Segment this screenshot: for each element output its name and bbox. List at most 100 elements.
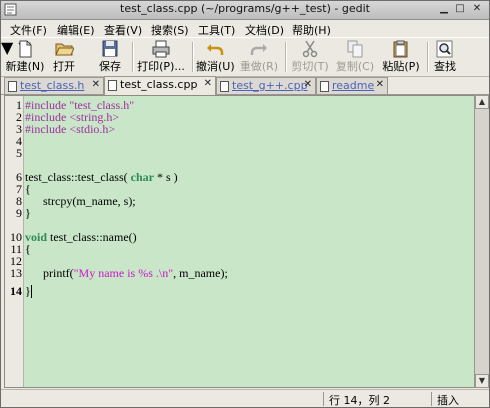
document-tabs: test_class.h ✕ test_class.cpp ✕ test_g++…: [1, 76, 489, 95]
tab-close-icon[interactable]: ✕: [304, 79, 312, 90]
line-number: 13: [10, 266, 22, 280]
code-line: test_class::test_class( char * s ): [25, 171, 178, 183]
code-line: #include <stdio.h>: [25, 123, 115, 135]
cut-button[interactable]: 剪切(T): [289, 40, 331, 74]
line-number-current: 14: [10, 284, 22, 298]
text-cursor: [31, 285, 32, 298]
vertical-scrollbar[interactable]: ▲ ▼: [474, 95, 489, 388]
print-button-label: 打印(P)...: [137, 60, 185, 73]
toolbar-separator: [427, 42, 429, 72]
menu-edit[interactable]: 编辑(E): [57, 22, 95, 38]
maximize-icon[interactable]: □: [454, 3, 466, 15]
tab-label: readme: [332, 79, 375, 92]
gedit-window: test_class.cpp (~/programs/g++_test) - g…: [0, 0, 490, 408]
cursor-position: 行 14，列 2: [329, 394, 390, 407]
line-number: 5: [16, 146, 22, 160]
save-button[interactable]: 保存: [94, 40, 126, 74]
code-text: test_class::test_class(: [25, 170, 131, 184]
code-text: test_class::name(): [47, 230, 137, 244]
window-title: test_class.cpp (~/programs/g++_test) - g…: [120, 2, 370, 15]
tab-test-class-cpp[interactable]: test_class.cpp ✕: [104, 76, 216, 95]
code-line: void test_class::name(): [25, 231, 137, 243]
toolbar-separator: [285, 42, 287, 72]
find-button-label: 查找: [434, 60, 456, 73]
code-text: strcpy(m_name, s);: [25, 194, 136, 208]
scissors-icon: [302, 40, 318, 58]
document-icon: [108, 80, 117, 91]
copy-button-label: 复制(C): [335, 60, 375, 73]
toolbar-separator: [192, 42, 194, 72]
menu-tools[interactable]: 工具(T): [198, 22, 235, 38]
print-button[interactable]: 打印(P)...: [135, 40, 187, 74]
redo-arrow-icon: [250, 44, 267, 55]
tab-label: test_class.cpp: [120, 78, 198, 91]
tab-readme[interactable]: readme ✕: [316, 77, 388, 94]
code-line: }: [25, 207, 31, 219]
tab-close-icon[interactable]: ✕: [376, 79, 384, 90]
preprocessor-token: #include <stdio.h>: [25, 122, 116, 136]
code-text: }: [25, 206, 31, 220]
toolbar: 新建(N) 打开 ▼ 保存 打印(P)... 撤消(U) 重做(R) 剪切(T)…: [1, 37, 489, 77]
undo-button[interactable]: 撤消(U): [196, 40, 235, 74]
new-document-icon: [19, 40, 32, 58]
scroll-up-arrow-icon[interactable]: ▲: [475, 95, 489, 109]
new-button-label: 新建(N): [5, 60, 45, 73]
new-button[interactable]: 新建(N): [5, 40, 45, 74]
paste-button[interactable]: 粘贴(P): [379, 40, 423, 74]
paste-button-label: 粘贴(P): [382, 60, 420, 73]
menu-document[interactable]: 文档(D): [245, 22, 284, 38]
keyword-token: char: [130, 170, 154, 184]
text-editor[interactable]: 1 2 3 4 5 6 7 8 9 10 11 12 13 14 #includ…: [4, 95, 475, 388]
minimize-icon[interactable]: ▁: [438, 3, 450, 15]
tab-label: test_class.h: [20, 79, 85, 92]
clipboard-icon: [393, 40, 408, 58]
code-text: {: [25, 242, 31, 256]
code-text: * s ): [153, 170, 178, 184]
tab-test-class-h[interactable]: test_class.h ✕: [4, 77, 104, 94]
code-text: printf(: [25, 266, 74, 280]
string-token: "My name is %s .\n": [73, 266, 174, 280]
line-number: 9: [16, 206, 22, 220]
tab-label: test_g++.cpp: [232, 79, 308, 92]
code-line: strcpy(m_name, s);: [25, 195, 136, 207]
code-text: , m_name);: [173, 266, 228, 280]
insert-mode: 插入: [437, 394, 459, 407]
undo-arrow-icon: [207, 44, 224, 55]
find-button[interactable]: 查找: [431, 40, 459, 74]
printer-icon: [152, 40, 170, 58]
code-line: {: [25, 243, 31, 255]
title-bar[interactable]: test_class.cpp (~/programs/g++_test) - g…: [1, 1, 489, 20]
status-bar: 行 14，列 2 插入: [1, 389, 489, 408]
cut-button-label: 剪切(T): [291, 60, 329, 73]
menu-bar: 文件(F) 编辑(E) 查看(V) 搜索(S) 工具(T) 文档(D) 帮助(H…: [1, 20, 489, 37]
document-icon: [320, 81, 329, 92]
menu-view[interactable]: 查看(V): [104, 22, 142, 38]
toolbar-separator: [132, 42, 134, 72]
close-icon[interactable]: ✕: [471, 3, 483, 15]
tab-close-icon[interactable]: ✕: [204, 78, 212, 89]
menu-file[interactable]: 文件(F): [10, 22, 47, 38]
copy-button[interactable]: 复制(C): [334, 40, 376, 74]
code-line: }: [25, 285, 31, 297]
tab-test-gpp-cpp[interactable]: test_g++.cpp ✕: [216, 77, 316, 94]
status-divider: [323, 392, 324, 406]
open-button-label: 打开: [53, 60, 75, 73]
magnifier-icon: [436, 40, 453, 58]
code-text: }: [25, 284, 31, 298]
open-folder-icon: [55, 43, 74, 56]
undo-button-label: 撤消(U): [196, 60, 235, 73]
copy-icon: [347, 40, 363, 58]
save-floppy-icon: [102, 40, 118, 57]
scroll-down-arrow-icon[interactable]: ▼: [475, 374, 489, 388]
redo-button[interactable]: 重做(R): [238, 40, 280, 74]
menu-search[interactable]: 搜索(S): [151, 22, 189, 38]
document-icon: [220, 81, 229, 92]
save-button-label: 保存: [99, 60, 121, 73]
status-divider: [431, 392, 432, 406]
redo-button-label: 重做(R): [239, 60, 279, 73]
menu-help[interactable]: 帮助(H): [292, 22, 331, 38]
tab-close-icon[interactable]: ✕: [92, 79, 100, 90]
open-button[interactable]: 打开: [49, 40, 79, 74]
line-number-gutter: 1 2 3 4 5 6 7 8 9 10 11 12 13 14: [5, 96, 24, 387]
code-line: printf("My name is %s .\n", m_name);: [25, 267, 228, 279]
